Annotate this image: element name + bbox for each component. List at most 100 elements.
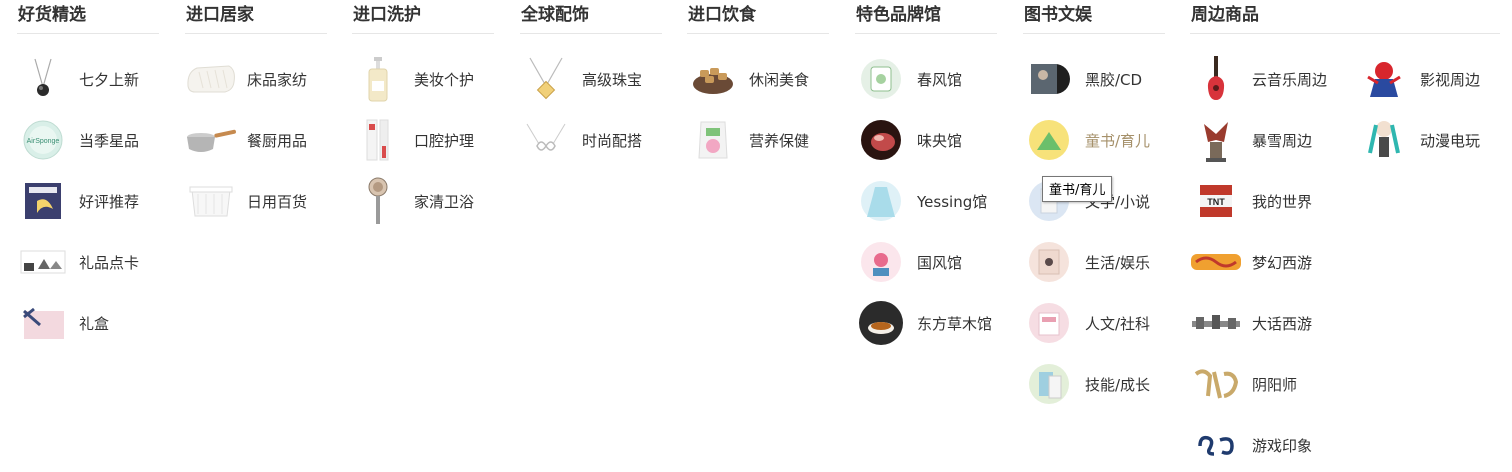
menu-item-cloud-music-merch[interactable]: 云音乐周边 (1190, 53, 1340, 105)
menu-item-label: 我的世界 (1252, 192, 1313, 211)
children-book-icon (1023, 114, 1075, 166)
menu-item-lifestyle[interactable]: 生活/娱乐 (1023, 236, 1173, 288)
dragon-figure-icon (1190, 114, 1242, 166)
menu-item-beauty[interactable]: 美妆个护 (352, 53, 502, 105)
menu-item-qixi-new[interactable]: 七夕上新 (17, 53, 167, 105)
menu-item-season-star[interactable]: AirSponge 当季星品 (17, 114, 167, 166)
airsponge-icon: AirSponge (17, 114, 69, 166)
column-title: 图书文娱 (1023, 0, 1165, 34)
menu-item-label: 技能/成长 (1085, 375, 1151, 394)
menu-item-label: 七夕上新 (79, 70, 140, 89)
menu-item-label: 当季星品 (79, 131, 140, 150)
necklace-icon (17, 53, 69, 105)
menu-item-snacks[interactable]: 休闲美食 (687, 53, 837, 105)
menu-item-label: 影视周边 (1420, 70, 1481, 89)
menu-item-fine-jewelry[interactable]: 高级珠宝 (520, 53, 670, 105)
menu-item-weiyang-hall[interactable]: 味央馆 (855, 114, 1005, 166)
shower-head-icon (352, 175, 404, 227)
vinyl-record-icon (1023, 53, 1075, 105)
column-global-accessories: 全球配饰 高级珠宝 时尚配搭 (520, 0, 662, 151)
menu-item-label: 童书/育儿 (1085, 131, 1151, 150)
tnt-icon: TNT (1190, 175, 1242, 227)
menu-item-game-impression[interactable]: 游戏印象 (1190, 419, 1340, 471)
menu-item-oriental-herb-hall[interactable]: 东方草木馆 (855, 297, 1005, 349)
menu-item-blizzard-merch[interactable]: 暴雪周边 (1190, 114, 1340, 166)
column-title: 周边商品 (1190, 0, 1500, 34)
menu-item-label: 游戏印象 (1252, 436, 1313, 455)
menu-item-label: 高级珠宝 (582, 70, 643, 89)
game-impression-logo-icon (1190, 419, 1242, 471)
menu-item-onmyoji[interactable]: 阴阳师 (1190, 358, 1340, 410)
menu-item-label: 时尚配搭 (582, 131, 643, 150)
saucepan-icon (185, 114, 237, 166)
menu-item-label: 动漫电玩 (1420, 131, 1481, 150)
menu-item-top-rated[interactable]: 好评推荐 (17, 175, 167, 227)
menu-item-label: 人文/社科 (1085, 314, 1151, 333)
menu-item-gift-box[interactable]: 礼盒 (17, 297, 167, 349)
menu-item-guofeng-hall[interactable]: 国风馆 (855, 236, 1005, 288)
snack-bowl-icon (687, 53, 739, 105)
menu-item-minecraft[interactable]: TNT 我的世界 (1190, 175, 1340, 227)
pillow-icon (185, 53, 237, 105)
column-merchandise: 周边商品 云音乐周边 影视周边 暴雪周边 动漫电玩 TNT 我的世界 梦幻西游 … (1190, 0, 1500, 456)
flower-icon (855, 236, 907, 288)
supplement-bag-icon (687, 114, 739, 166)
menu-item-yessing-hall[interactable]: Yessing馆 (855, 175, 1005, 227)
menu-item-children-books[interactable]: 童书/育儿 (1023, 114, 1173, 166)
menu-item-label: 床品家纺 (247, 70, 308, 89)
menu-item-anime-games[interactable]: 动漫电玩 (1358, 114, 1508, 166)
menu-item-gift-card[interactable]: 礼品点卡 (17, 236, 167, 288)
column-title: 特色品牌馆 (855, 0, 997, 34)
menu-item-label: 家清卫浴 (414, 192, 475, 211)
menu-item-daily-goods[interactable]: 日用百货 (185, 175, 335, 227)
menu-item-vinyl-cd[interactable]: 黑胶/CD (1023, 53, 1173, 105)
menu-item-label: 梦幻西游 (1252, 253, 1313, 272)
pump-bottle-icon (352, 53, 404, 105)
skills-book-icon (1023, 358, 1075, 410)
toothpaste-icon (352, 114, 404, 166)
menu-item-fantasy-westward[interactable]: 梦幻西游 (1190, 236, 1340, 288)
column-import-home: 进口居家 床品家纺 餐厨用品 日用百货 (185, 0, 327, 217)
menu-item-label: 暴雪周边 (1252, 131, 1313, 150)
menu-item-westward-journey[interactable]: 大话西游 (1190, 297, 1340, 349)
fantasy-westward-logo-icon (1190, 236, 1242, 288)
menu-item-label: 礼盒 (79, 314, 110, 333)
column-featured: 好货精选 七夕上新 AirSponge 当季星品 好评推荐 礼品点卡 礼盒 (17, 0, 159, 339)
menu-item-nutrition[interactable]: 营养保健 (687, 114, 837, 166)
gift-card-icon (17, 236, 69, 288)
westward-journey-logo-icon (1190, 297, 1242, 349)
book-box-icon (17, 175, 69, 227)
column-title: 进口居家 (185, 0, 327, 34)
menu-item-kitchen[interactable]: 餐厨用品 (185, 114, 335, 166)
column-brand-halls: 特色品牌馆 春风馆 味央馆 Yessing馆 国风馆 东方草木馆 (855, 0, 997, 345)
menu-item-film-merch[interactable]: 影视周边 (1358, 53, 1508, 105)
menu-item-label: 美妆个护 (414, 70, 475, 89)
storage-box-icon (185, 175, 237, 227)
column-import-wash: 进口洗护 美妆个护 口腔护理 家清卫浴 (352, 0, 494, 224)
column-books-entertainment: 图书文娱 黑胶/CD 童书/育儿 文学/小说 生活/娱乐 人文/社科 技能/成长 (1023, 0, 1165, 404)
menu-item-home-bath[interactable]: 家清卫浴 (352, 175, 502, 227)
menu-item-bedding[interactable]: 床品家纺 (185, 53, 335, 105)
column-title: 全球配饰 (520, 0, 662, 34)
menu-item-label: 阴阳师 (1252, 375, 1298, 394)
menu-item-label: 大话西游 (1252, 314, 1313, 333)
menu-item-label: 口腔护理 (414, 131, 475, 150)
menu-item-label: 礼品点卡 (79, 253, 140, 272)
dress-icon (855, 175, 907, 227)
menu-item-label: 东方草木馆 (917, 314, 993, 333)
menu-item-oral-care[interactable]: 口腔护理 (352, 114, 502, 166)
menu-item-spring-hall[interactable]: 春风馆 (855, 53, 1005, 105)
menu-item-fashion[interactable]: 时尚配搭 (520, 114, 670, 166)
spiderman-figure-icon (1358, 53, 1410, 105)
spring-brand-icon (855, 53, 907, 105)
menu-item-label: 休闲美食 (749, 70, 810, 89)
column-title: 好货精选 (17, 0, 159, 34)
menu-item-label: 味央馆 (917, 131, 963, 150)
menu-item-humanities[interactable]: 人文/社科 (1023, 297, 1173, 349)
infinity-necklace-icon (520, 114, 572, 166)
menu-item-label: 春风馆 (917, 70, 963, 89)
menu-item-skills[interactable]: 技能/成长 (1023, 358, 1173, 410)
svg-text:AirSponge: AirSponge (27, 138, 60, 145)
svg-text:TNT: TNT (1207, 197, 1225, 207)
anime-figure-icon (1358, 114, 1410, 166)
